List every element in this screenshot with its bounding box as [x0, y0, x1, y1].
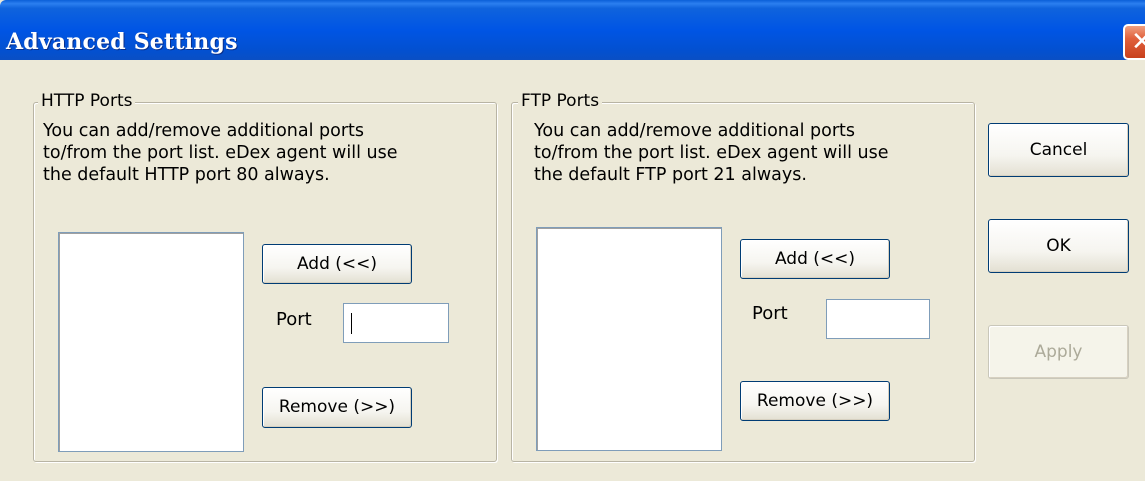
- ftp-port-label: Port: [752, 303, 788, 324]
- ftp-port-list[interactable]: [536, 227, 722, 451]
- window-title: Advanced Settings: [6, 29, 238, 55]
- http-remove-button[interactable]: Remove (>>): [262, 387, 412, 428]
- close-button[interactable]: ✕: [1123, 24, 1145, 60]
- title-bar[interactable]: Advanced Settings ✕: [0, 0, 1145, 60]
- ok-button[interactable]: OK: [988, 219, 1129, 273]
- cancel-button[interactable]: Cancel: [988, 123, 1129, 177]
- apply-button[interactable]: Apply: [988, 325, 1129, 379]
- http-port-input[interactable]: [343, 303, 449, 343]
- http-ports-group: HTTP Ports You can add/remove additional…: [33, 91, 497, 462]
- advanced-settings-dialog: Advanced Settings ✕ HTTP Ports You can a…: [0, 0, 1145, 481]
- http-ports-description: You can add/remove additional ports to/f…: [43, 121, 398, 185]
- http-port-list[interactable]: [58, 232, 244, 452]
- ftp-port-input[interactable]: [826, 299, 930, 339]
- ftp-ports-legend: FTP Ports: [518, 91, 603, 111]
- ftp-remove-button[interactable]: Remove (>>): [740, 381, 890, 421]
- ftp-ports-group: FTP Ports You can add/remove additional …: [511, 91, 975, 462]
- text-caret: [351, 313, 352, 334]
- http-add-button[interactable]: Add (<<): [262, 244, 412, 284]
- close-icon: ✕: [1131, 27, 1145, 57]
- ftp-ports-description: You can add/remove additional ports to/f…: [534, 121, 889, 185]
- dialog-body: HTTP Ports You can add/remove additional…: [8, 60, 1145, 481]
- http-ports-legend: HTTP Ports: [38, 91, 136, 111]
- http-port-label: Port: [276, 309, 312, 330]
- ftp-add-button[interactable]: Add (<<): [740, 239, 890, 279]
